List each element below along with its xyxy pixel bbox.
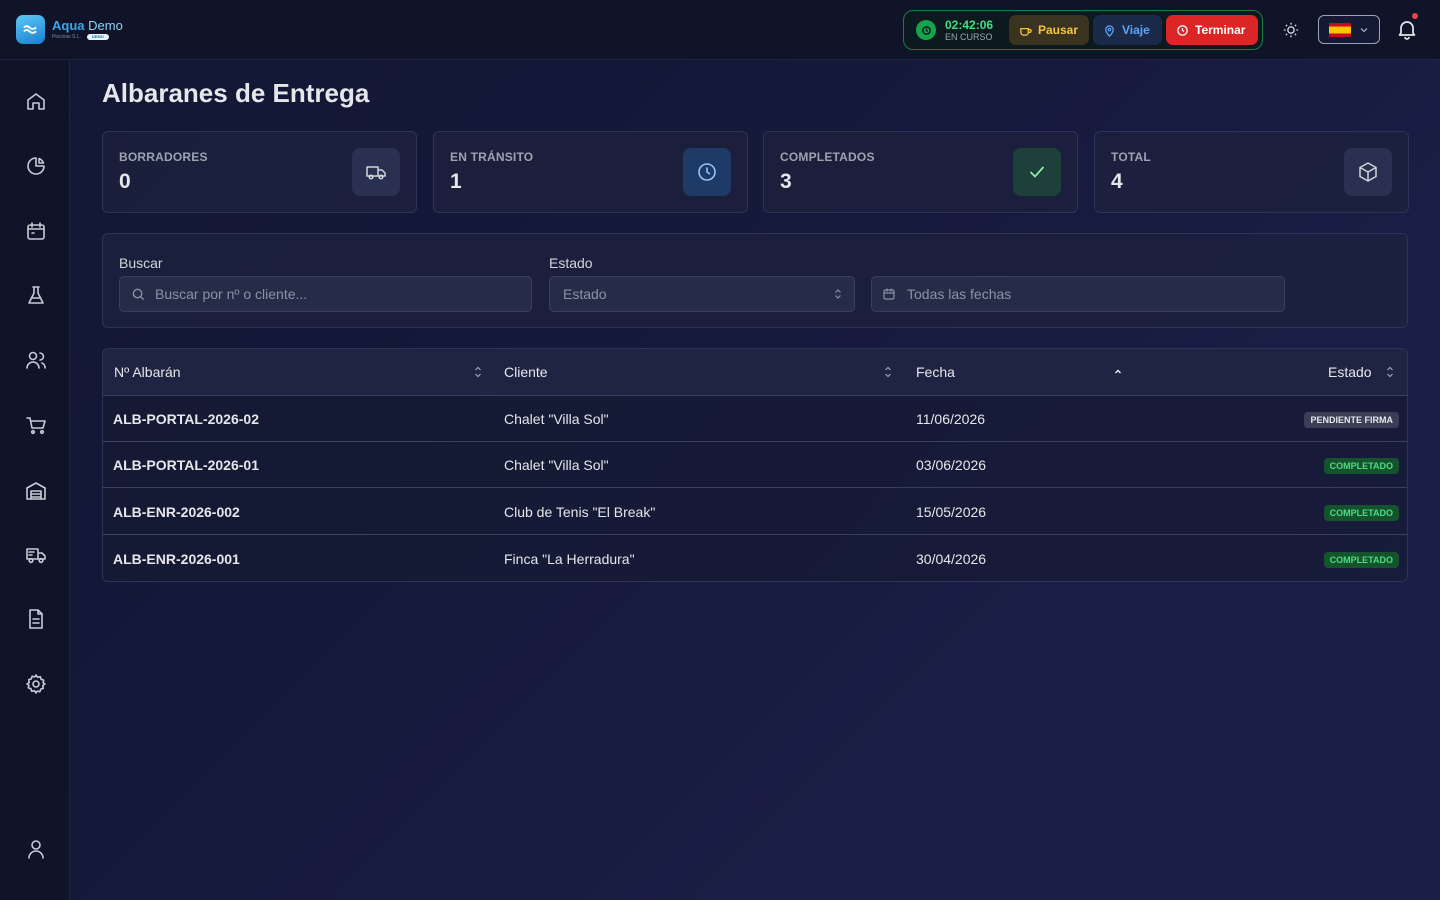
timer-status-icon [916, 20, 936, 40]
calendar-icon[interactable] [23, 218, 49, 244]
sidebar [0, 60, 70, 900]
stat-label: EN TRÁNSITO [450, 150, 534, 164]
row-client: Finca "La Herradura" [504, 551, 635, 567]
stat-card-drafts: BORRADORES 0 [102, 131, 417, 213]
settings-icon[interactable] [23, 671, 49, 697]
table-row[interactable]: ALB-PORTAL-2026-02 Chalet "Villa Sol" 11… [103, 396, 1407, 442]
map-pin-icon [1105, 24, 1114, 37]
stat-value: 0 [119, 170, 131, 193]
delivery-notes-table: Nº Albarán Cliente Fecha Estado ALB-PORT… [102, 348, 1408, 582]
column-header-client[interactable]: Cliente [504, 364, 548, 380]
end-button[interactable]: Terminar [1166, 15, 1258, 45]
row-date: 11/06/2026 [916, 411, 986, 427]
timer-time: 02:42:06 [945, 17, 994, 32]
top-bar: Aqua Demo Piscinas S.L. DEMO 02:42:06 EN… [0, 0, 1440, 60]
row-client: Club de Tenis "El Break" [504, 504, 656, 520]
trip-button[interactable]: Viaje [1093, 15, 1162, 45]
search-input[interactable]: Buscar por nº o cliente... [119, 276, 532, 312]
search-placeholder: Buscar por nº o cliente... [155, 286, 308, 302]
search-label: Buscar [119, 255, 163, 271]
stat-card-in-transit: EN TRÁNSITO 1 [433, 131, 748, 213]
user-icon[interactable] [23, 836, 49, 862]
chevron-down-icon [1360, 27, 1368, 32]
filter-panel: Buscar Buscar por nº o cliente... Estado… [102, 233, 1408, 328]
box-icon [1344, 148, 1392, 196]
row-number: ALB-PORTAL-2026-01 [113, 457, 259, 473]
stat-value: 1 [450, 170, 462, 193]
flask-icon[interactable] [23, 282, 49, 308]
row-date: 15/05/2026 [916, 504, 987, 520]
demo-badge: DEMO [86, 34, 109, 40]
coffee-icon [1020, 27, 1032, 36]
status-select[interactable]: Estado [549, 276, 855, 312]
chevron-updown-icon [835, 289, 841, 299]
row-date: 30/04/2026 [916, 551, 987, 567]
logo-wave-icon [16, 15, 45, 44]
timer-status: EN CURSO [945, 31, 993, 42]
table-row[interactable]: ALB-ENR-2026-001 Finca "La Herradura" 30… [103, 536, 1407, 581]
warehouse-icon[interactable] [23, 478, 49, 504]
home-icon[interactable] [23, 88, 49, 114]
trip-button-label: Viaje [1122, 23, 1150, 37]
search-icon [132, 288, 145, 300]
row-number: ALB-ENR-2026-001 [113, 551, 240, 567]
language-selector[interactable] [1318, 15, 1380, 44]
sort-icon[interactable] [473, 365, 483, 379]
document-icon[interactable] [23, 606, 49, 632]
truck-icon [352, 148, 400, 196]
flag-es-icon [1329, 22, 1351, 37]
bell-icon[interactable] [1396, 13, 1418, 40]
sun-icon[interactable] [1280, 19, 1302, 41]
end-button-label: Terminar [1195, 23, 1246, 37]
date-filter-placeholder: Todas las fechas [907, 286, 1012, 302]
table-row[interactable]: ALB-ENR-2026-002 Club de Tenis "El Break… [103, 489, 1407, 535]
status-label: Estado [549, 255, 593, 271]
calendar-icon [883, 288, 895, 300]
stat-card-total: TOTAL 4 [1094, 131, 1409, 213]
stat-label: BORRADORES [119, 150, 208, 164]
clock-icon [683, 148, 731, 196]
pause-button-label: Pausar [1038, 23, 1079, 37]
stat-card-completed: COMPLETADOS 3 [763, 131, 1078, 213]
column-header-status[interactable]: Estado [1328, 364, 1372, 380]
column-header-number[interactable]: Nº Albarán [114, 364, 181, 380]
status-badge: COMPLETADO [1323, 505, 1399, 521]
truck-icon[interactable] [23, 542, 49, 568]
work-timer: 02:42:06 EN CURSO Pausar Viaje Terminar [903, 10, 1263, 50]
status-badge: COMPLETADO [1323, 552, 1399, 568]
table-row[interactable]: ALB-PORTAL-2026-01 Chalet "Villa Sol" 03… [103, 442, 1407, 488]
stop-timer-icon [1177, 24, 1188, 36]
stat-value: 3 [780, 170, 792, 193]
sort-ascending-icon[interactable] [1113, 365, 1123, 379]
row-client: Chalet "Villa Sol" [504, 411, 609, 427]
column-header-date[interactable]: Fecha [916, 364, 955, 380]
app-subtitle: Piscinas S.L. [52, 33, 81, 40]
sort-icon[interactable] [883, 365, 893, 379]
status-badge: PENDIENTE FIRMA [1304, 412, 1399, 428]
stat-label: COMPLETADOS [780, 150, 875, 164]
app-name-suffix: Demo [88, 18, 123, 33]
status-select-value: Estado [563, 286, 607, 302]
table-header: Nº Albarán Cliente Fecha Estado [103, 349, 1407, 396]
cart-icon[interactable] [23, 412, 49, 438]
app-name: Aqua [52, 18, 85, 33]
app-logo[interactable]: Aqua Demo Piscinas S.L. DEMO [16, 15, 123, 44]
stat-label: TOTAL [1111, 150, 1151, 164]
pause-button[interactable]: Pausar [1009, 15, 1089, 45]
date-filter[interactable]: Todas las fechas [871, 276, 1285, 312]
page-title: Albaranes de Entrega [102, 78, 370, 108]
chart-pie-icon[interactable] [23, 153, 49, 179]
check-icon [1013, 148, 1061, 196]
row-date: 03/06/2026 [916, 457, 987, 473]
stat-value: 4 [1111, 170, 1123, 193]
row-client: Chalet "Villa Sol" [504, 457, 609, 473]
sort-icon[interactable] [1385, 365, 1395, 379]
notification-dot [1412, 13, 1418, 19]
users-icon[interactable] [23, 347, 49, 373]
row-number: ALB-ENR-2026-002 [113, 504, 240, 520]
status-badge: COMPLETADO [1323, 458, 1399, 474]
row-number: ALB-PORTAL-2026-02 [113, 411, 259, 427]
